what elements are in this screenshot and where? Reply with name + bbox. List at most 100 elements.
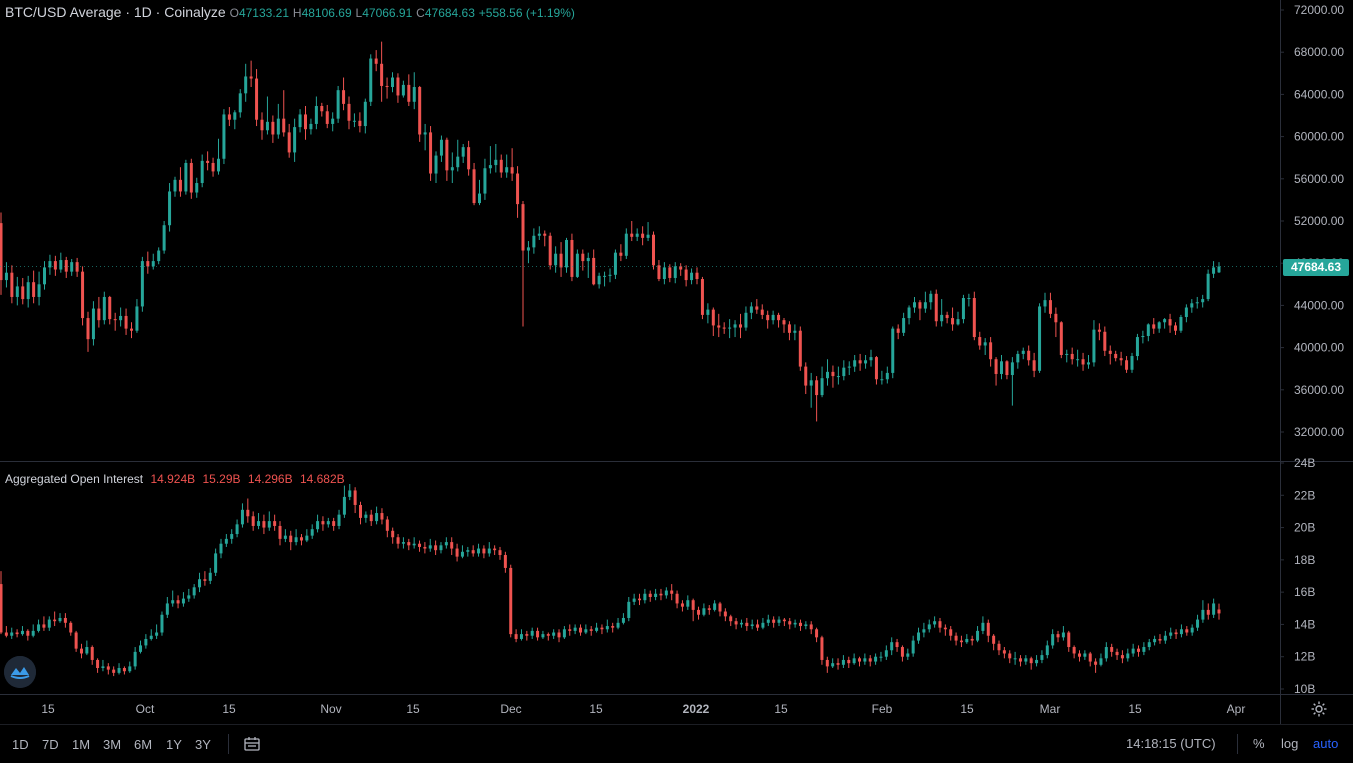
oi-candle-body [1013, 658, 1017, 660]
price-candle-body [456, 156, 460, 168]
oi-candle-body [1126, 653, 1130, 659]
time-axis-label: 15 [960, 702, 974, 716]
price-candle-body [891, 328, 895, 373]
oi-candle-body [1185, 629, 1189, 633]
oi-candle-body [552, 632, 556, 636]
oi-candle-body [1061, 632, 1065, 638]
oi-candle-body [836, 663, 840, 665]
chart-canvas[interactable]: 72000.00 68000.00 64000.00 60000.00 56000.00… [0, 0, 1353, 724]
price-candle-body [537, 233, 541, 236]
price-candle-body [608, 274, 612, 276]
oi-candle-body [858, 658, 862, 662]
oi-candle-body [332, 521, 336, 526]
chart-area[interactable]: 72000.00 68000.00 64000.00 60000.00 56000.00… [0, 0, 1353, 762]
oi-candle-body [326, 521, 330, 525]
price-candle-body [565, 239, 568, 268]
oi-candle-body [600, 627, 604, 630]
price-candle-body [86, 318, 90, 340]
oi-candle-body [611, 626, 615, 628]
price-candle-body [15, 286, 19, 297]
price-candle-body [244, 76, 248, 94]
oi-candle-body [26, 630, 30, 636]
timeframe-1m-button[interactable]: 1M [72, 737, 90, 752]
price-candle-body [352, 120, 356, 122]
price-candle-body [189, 162, 193, 193]
oi-candle-body [31, 630, 35, 636]
price-candle-body [847, 366, 851, 368]
timeframe-1d-button[interactable]: 1D [12, 737, 29, 752]
price-candle-body [1010, 362, 1014, 376]
coinalyze-logo[interactable] [4, 656, 36, 688]
time-axis-label: 2022 [683, 702, 710, 716]
high-label: H [292, 6, 302, 20]
price-candle-body [673, 266, 677, 278]
price-candle-body [445, 139, 449, 171]
oi-value-low: 14.296B [247, 472, 293, 486]
time-axis-label: 15 [222, 702, 236, 716]
timeframe-3m-button[interactable]: 3M [103, 737, 121, 752]
oi-candle-body [702, 608, 706, 615]
price-candle-body [1092, 329, 1096, 363]
price-candle-body [896, 328, 900, 333]
price-candle-body [945, 314, 949, 319]
oi-candle-body [1008, 653, 1012, 659]
symbol-title[interactable]: BTC/USD Average · 1D · Coinalyze [5, 4, 226, 20]
price-candle-body [695, 272, 699, 280]
oi-candle-body [1120, 655, 1124, 659]
oi-candle-body [364, 514, 368, 518]
oi-candle-body [1201, 609, 1205, 620]
price-candle-body [700, 279, 704, 315]
oi-title[interactable]: Aggregated Open Interest [5, 472, 143, 486]
price-candle-body [978, 337, 982, 346]
timeframe-7d-button[interactable]: 7D [42, 737, 59, 752]
oi-candle-body [1190, 627, 1194, 633]
price-candle-body [559, 253, 563, 268]
utc-clock[interactable]: 14:18:15 (UTC) [1126, 736, 1216, 751]
oi-candle-body [305, 535, 309, 541]
auto-toggle[interactable]: auto [1313, 736, 1338, 751]
price-candle-body [831, 371, 835, 377]
oi-candle-body [884, 650, 888, 657]
oi-candle-body [10, 632, 14, 636]
price-candle-body [864, 360, 868, 364]
oi-candle-body [181, 598, 185, 604]
price-candle-body [238, 93, 242, 113]
oi-candle-body [15, 632, 19, 635]
timeframe-1y-button[interactable]: 1Y [166, 737, 182, 752]
price-candle-body [206, 160, 210, 163]
price-candle-body [380, 63, 384, 86]
oi-candle-body [713, 603, 717, 610]
oi-candle-body [992, 635, 996, 644]
oi-candle-body [149, 635, 153, 639]
price-candle-body [478, 193, 481, 204]
price-candle-body [102, 296, 106, 321]
oi-candle-body [863, 658, 867, 662]
oi-candle-body [208, 572, 212, 581]
oi-candle-body [809, 624, 813, 630]
price-candle-body [782, 320, 786, 325]
oi-candle-body [1217, 609, 1221, 614]
price-candle-body [342, 90, 346, 104]
price-candle-body [972, 298, 976, 338]
date-range-icon[interactable] [243, 735, 261, 753]
price-candle-body [173, 179, 177, 192]
price-candle-body [1212, 267, 1216, 274]
oi-candle-body [316, 521, 320, 530]
price-candle-body [10, 272, 14, 297]
timeframe-6m-button[interactable]: 6M [134, 737, 152, 752]
settings-gear-icon[interactable] [1310, 700, 1328, 718]
price-candle-body [26, 282, 30, 300]
price-candle-body [744, 312, 748, 328]
oi-candle-body [519, 634, 523, 639]
price-candle-body [940, 314, 944, 322]
price-candle-body [1206, 273, 1210, 300]
oi-candle-body [106, 666, 110, 670]
oi-candle-body [562, 629, 566, 638]
price-candle-body [325, 111, 329, 124]
percent-toggle[interactable]: % [1253, 736, 1265, 751]
timeframe-3y-button[interactable]: 3Y [195, 737, 211, 752]
price-candle-body [195, 183, 199, 193]
oi-candle-body [648, 593, 652, 597]
change-value: +558.56 (+1.19%) [478, 6, 575, 20]
log-toggle[interactable]: log [1281, 736, 1298, 751]
